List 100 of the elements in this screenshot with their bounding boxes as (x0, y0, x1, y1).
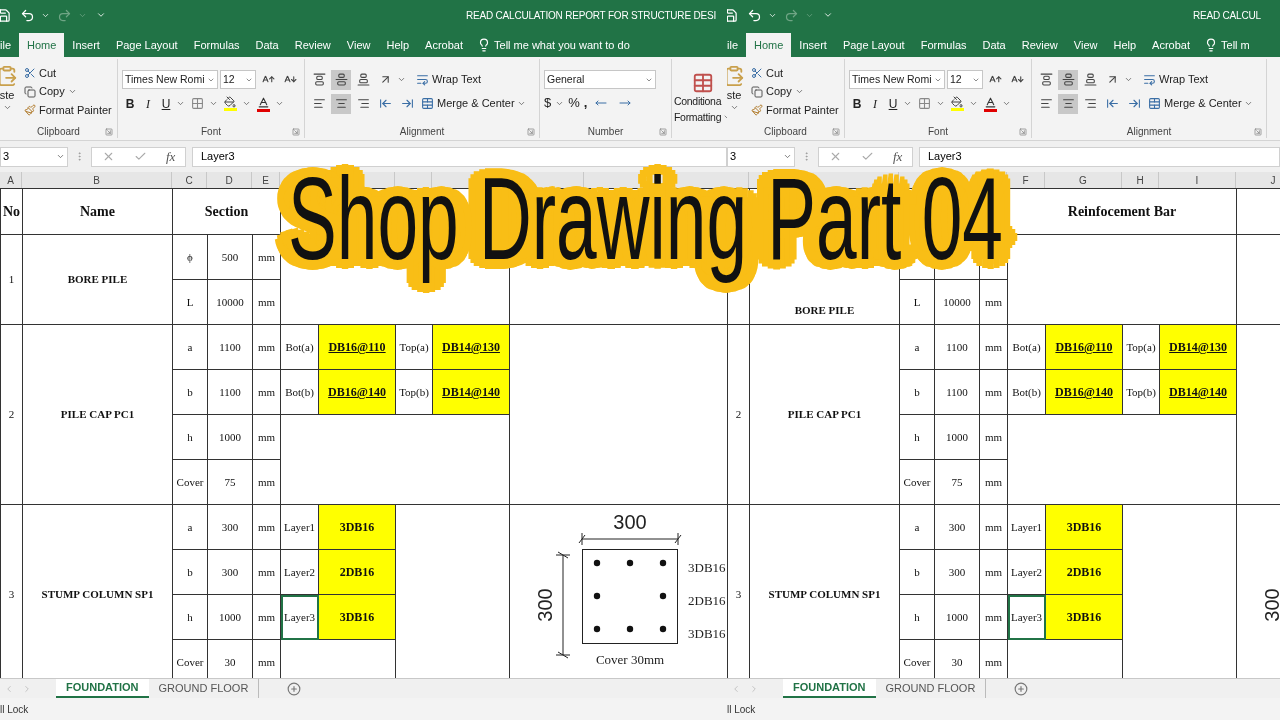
paintbrush-icon[interactable] (751, 104, 763, 116)
add-sheet-icon[interactable] (287, 681, 302, 696)
ribbon-tab[interactable]: Insert (64, 33, 108, 57)
ribbon-tab[interactable]: Page Layout (834, 33, 913, 57)
column-header[interactable]: I (1195, 172, 1199, 188)
ribbon-tab[interactable]: Formulas (185, 33, 248, 57)
caret-icon[interactable] (209, 99, 218, 108)
font-color-icon[interactable] (983, 95, 997, 109)
column-header[interactable]: B (93, 172, 100, 188)
dialog-launcher-icon[interactable] (105, 128, 113, 136)
ribbon-tab[interactable]: Data (974, 33, 1014, 57)
column-header[interactable]: G (1079, 172, 1087, 188)
ribbon-tab[interactable]: Help (1105, 33, 1145, 57)
wrap-text-icon[interactable] (1143, 73, 1156, 86)
column-header[interactable]: J (1270, 172, 1276, 188)
dialog-launcher-icon[interactable] (292, 128, 300, 136)
ribbon-tab[interactable]: Review (1013, 33, 1066, 57)
column-header[interactable]: D (225, 172, 233, 188)
italic-button[interactable]: I (867, 94, 883, 113)
format-painter-button[interactable]: Format Painter (766, 101, 839, 119)
ribbon-tab[interactable]: Acrobat (417, 33, 472, 57)
column-header[interactable]: H (1136, 172, 1144, 188)
wrap-text-button[interactable]: Wrap Text (432, 71, 482, 88)
column-header[interactable]: A (7, 172, 14, 188)
redo-icon[interactable] (56, 7, 72, 23)
ribbon-tab[interactable]: View (338, 33, 379, 57)
currency-button[interactable]: $ (544, 93, 552, 113)
clipboard-icon[interactable] (0, 64, 18, 87)
caret-icon[interactable] (1002, 99, 1011, 108)
conditional-formatting-icon[interactable] (692, 71, 714, 94)
align-right-icon[interactable] (356, 97, 370, 110)
top-align-icon[interactable] (1039, 73, 1053, 86)
decrease-indent-icon[interactable] (378, 97, 392, 110)
column-header[interactable]: E (262, 172, 269, 188)
enter-icon[interactable] (133, 150, 147, 163)
bold-button[interactable]: B (849, 94, 865, 113)
borders-icon[interactable] (917, 97, 931, 110)
caret-icon[interactable] (936, 99, 945, 108)
sheet-tab[interactable]: FOUNDATION (783, 679, 876, 698)
conditional-formatting-button[interactable]: Conditiona (674, 93, 722, 110)
caret-icon[interactable] (176, 99, 185, 108)
caret-icon[interactable] (1124, 75, 1133, 84)
copy-icon[interactable] (751, 85, 763, 98)
ribbon-tab[interactable]: Formulas (912, 33, 975, 57)
percent-button[interactable]: % (568, 93, 580, 113)
caret-icon[interactable] (275, 99, 284, 108)
format-painter-button[interactable]: Format Painter (39, 101, 112, 119)
caret-icon[interactable] (969, 99, 978, 108)
ribbon-tab[interactable]: Data (247, 33, 287, 57)
align-left-icon[interactable] (312, 97, 326, 110)
column-header[interactable]: F (1022, 172, 1029, 188)
paint-bucket-icon[interactable] (951, 96, 963, 108)
dialog-launcher-icon[interactable] (527, 128, 535, 136)
scissors-icon[interactable] (751, 67, 763, 79)
align-center-icon[interactable] (1061, 97, 1075, 110)
font-color-icon[interactable] (256, 95, 270, 109)
save-icon[interactable] (727, 7, 738, 23)
paste-button[interactable]: ste (727, 86, 742, 104)
sheet-tab[interactable]: FOUNDATION (56, 679, 149, 698)
caret-icon[interactable] (903, 99, 912, 108)
ribbon-tab[interactable]: View (1065, 33, 1106, 57)
decrease-indent-icon[interactable] (1105, 97, 1119, 110)
increase-indent-icon[interactable] (400, 97, 414, 110)
customize-icon[interactable] (823, 10, 833, 20)
top-align-icon[interactable] (312, 73, 326, 86)
ribbon-tab[interactable]: Insert (791, 33, 835, 57)
cut-button[interactable]: Cut (39, 64, 57, 82)
caret-icon[interactable] (67, 87, 77, 96)
customize-icon[interactable] (96, 10, 106, 20)
middle-align-icon[interactable] (334, 73, 348, 86)
dialog-launcher-icon[interactable] (832, 128, 840, 136)
tell-me-field[interactable]: Tell m (1221, 36, 1250, 54)
align-right-icon[interactable] (1083, 97, 1097, 110)
merge-cells-icon[interactable] (421, 97, 434, 110)
save-icon[interactable] (0, 7, 11, 23)
underline-button[interactable]: U (158, 94, 174, 113)
middle-align-icon[interactable] (1061, 73, 1075, 86)
italic-button[interactable]: I (140, 94, 156, 113)
ribbon-tab[interactable]: ile (727, 33, 746, 57)
undo-icon[interactable] (746, 7, 762, 23)
name-box[interactable]: 3 (3, 148, 10, 165)
wrap-text-icon[interactable] (416, 73, 429, 86)
caret-icon[interactable] (794, 87, 804, 96)
merge-cells-icon[interactable] (1148, 97, 1161, 110)
cut-button[interactable]: Cut (766, 64, 784, 82)
conditional-formatting-button[interactable]: Formatting (674, 109, 722, 126)
merge-center-button[interactable]: Merge & Center (1164, 95, 1242, 112)
dialog-launcher-icon[interactable] (659, 128, 667, 136)
bottom-align-icon[interactable] (1083, 73, 1097, 86)
ribbon-tab[interactable]: Help (378, 33, 418, 57)
dialog-launcher-icon[interactable] (1254, 128, 1262, 136)
copy-icon[interactable] (24, 85, 36, 98)
scissors-icon[interactable] (24, 67, 36, 79)
column-header[interactable]: C (185, 172, 193, 188)
borders-icon[interactable] (190, 97, 204, 110)
comma-button[interactable]: , (583, 93, 588, 113)
align-left-icon[interactable] (1039, 97, 1053, 110)
caret-icon[interactable] (1243, 99, 1253, 108)
align-center-icon[interactable] (334, 97, 348, 110)
increase-indent-icon[interactable] (1127, 97, 1141, 110)
